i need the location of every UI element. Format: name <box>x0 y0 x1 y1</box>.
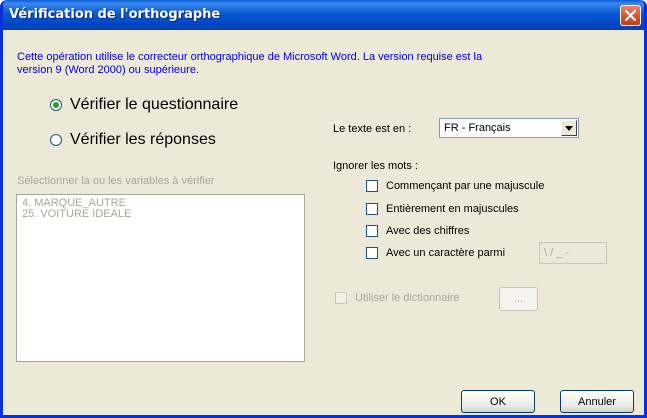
radio-label: Vérifier le questionnaire <box>70 96 239 113</box>
language-value: FR - Français <box>444 122 511 134</box>
variables-label: Sélectionner la ou les variables à vérif… <box>17 175 215 187</box>
checkbox-label: Avec un caractère parmi <box>386 247 506 259</box>
radio-button[interactable] <box>50 134 62 146</box>
radio-verify-responses[interactable]: Vérifier les réponses <box>50 131 216 149</box>
info-text: Cette opération utilise le correcteur or… <box>17 51 483 76</box>
checkbox-label: Utiliser le dictionnaire <box>355 292 460 304</box>
language-select[interactable]: FR - Français <box>439 118 579 138</box>
checkbox[interactable] <box>366 180 378 192</box>
checkbox[interactable] <box>335 292 347 304</box>
checkbox-use-dictionary[interactable]: Utiliser le dictionnaire <box>335 292 460 304</box>
ok-button[interactable]: OK <box>461 390 535 413</box>
checkbox-label: Entièrement en majuscules <box>386 203 519 215</box>
language-label: Le texte est en : <box>333 123 412 135</box>
radio-label: Vérifier les réponses <box>70 131 216 148</box>
checkbox-label: Commençant par une majuscule <box>386 180 545 192</box>
close-icon <box>625 10 636 21</box>
chars-input[interactable]: \ / _ - <box>539 242 607 264</box>
checkbox-capitalized[interactable]: Commençant par une majuscule <box>366 180 544 192</box>
checkbox[interactable] <box>366 225 378 237</box>
checkbox[interactable] <box>366 247 378 259</box>
radio-button[interactable] <box>50 99 62 111</box>
variables-listbox[interactable]: 4. MARQUE_AUTRE 25. VOITURE IDEALE <box>16 194 305 362</box>
browse-dictionary-button[interactable]: ... <box>499 287 538 311</box>
chevron-down-icon[interactable] <box>561 120 577 136</box>
checkbox-with-digits[interactable]: Avec des chiffres <box>366 225 469 237</box>
list-item[interactable]: 25. VOITURE IDEALE <box>22 209 299 220</box>
checkbox-with-char[interactable]: Avec un caractère parmi <box>366 247 505 259</box>
chars-value: \ / _ - <box>544 247 570 259</box>
close-button[interactable] <box>620 5 641 26</box>
checkbox-label: Avec des chiffres <box>386 225 470 237</box>
cancel-button[interactable]: Annuler <box>560 390 634 413</box>
title-bar[interactable]: Vérification de l'orthographe <box>3 0 644 30</box>
ignore-label: Ignorer les mots : <box>333 160 418 172</box>
radio-verify-questionnaire[interactable]: Vérifier le questionnaire <box>50 96 238 114</box>
checkbox-all-caps[interactable]: Entièrement en majuscules <box>366 203 519 215</box>
checkbox[interactable] <box>366 203 378 215</box>
window-title: Vérification de l'orthographe <box>9 7 221 22</box>
